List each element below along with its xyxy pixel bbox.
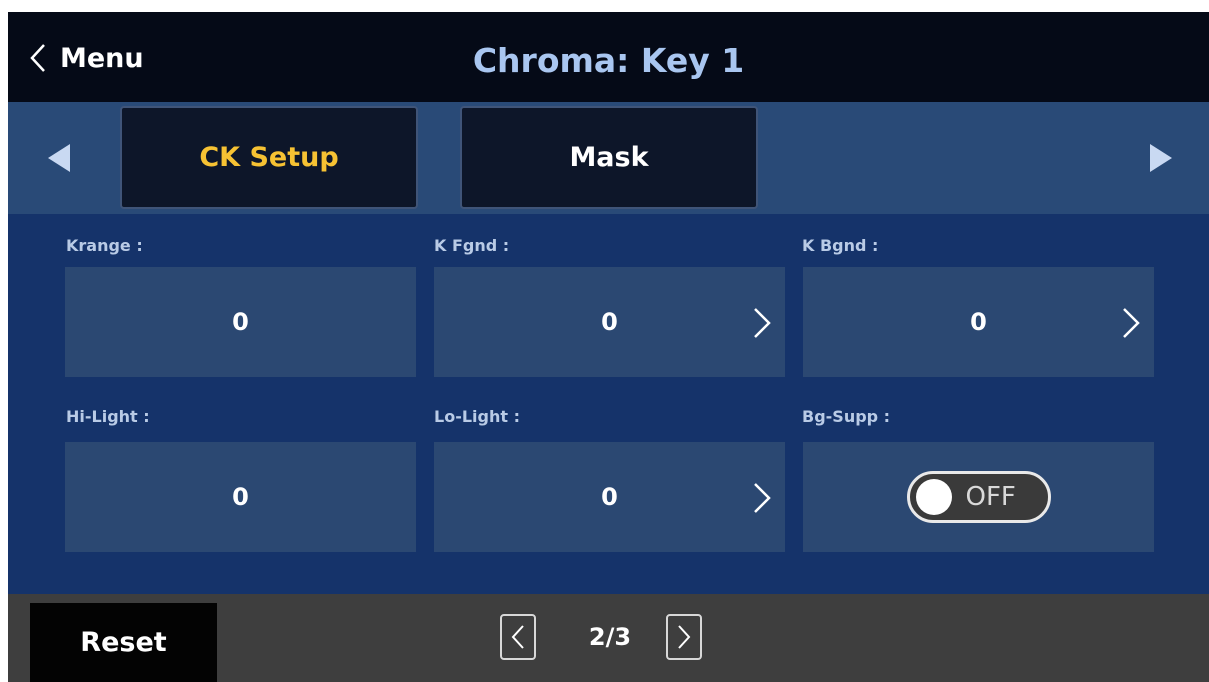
- page-indicator: 2/3: [588, 623, 632, 651]
- reset-label: Reset: [80, 627, 167, 658]
- chevron-right-icon: [678, 625, 691, 649]
- hi-light-field[interactable]: 0: [65, 442, 416, 552]
- lo-light-label: Lo-Light :: [434, 407, 520, 426]
- reset-button[interactable]: Reset: [30, 603, 217, 682]
- k-bgnd-label: K Bgnd :: [802, 236, 879, 255]
- tab-mask[interactable]: Mask: [460, 106, 758, 209]
- krange-value: 0: [232, 308, 249, 336]
- k-fgnd-value: 0: [601, 308, 618, 336]
- tab-strip: CK Setup Mask: [8, 102, 1209, 214]
- header-bar: Menu Chroma: Key 1: [8, 12, 1209, 102]
- next-page-button[interactable]: [666, 614, 702, 660]
- k-fgnd-label: K Fgnd :: [434, 236, 510, 255]
- triangle-left-icon[interactable]: [44, 142, 74, 174]
- bg-supp-toggle[interactable]: OFF: [906, 471, 1051, 523]
- krange-label: Krange :: [66, 236, 143, 255]
- chroma-key-screen: Menu Chroma: Key 1 CK Setup Mask Krange …: [8, 12, 1209, 682]
- hi-light-value: 0: [232, 483, 249, 511]
- back-menu-button[interactable]: Menu: [30, 38, 144, 78]
- tab-ck-setup-label: CK Setup: [199, 142, 339, 173]
- k-bgnd-value: 0: [970, 308, 987, 336]
- hi-light-label: Hi-Light :: [66, 407, 150, 426]
- triangle-right-icon[interactable]: [1146, 142, 1176, 174]
- lo-light-value: 0: [601, 483, 618, 511]
- krange-field[interactable]: 0: [65, 267, 416, 377]
- toggle-knob: [915, 479, 952, 515]
- k-bgnd-field[interactable]: 0: [803, 267, 1154, 377]
- chevron-right-icon: [754, 308, 771, 338]
- back-menu-label: Menu: [60, 42, 144, 74]
- bg-supp-toggle-text: OFF: [965, 482, 1016, 512]
- page-title: Chroma: Key 1: [472, 40, 745, 80]
- tab-mask-label: Mask: [569, 142, 649, 173]
- chevron-left-icon: [511, 625, 524, 649]
- prev-page-button[interactable]: [500, 614, 536, 660]
- lo-light-field[interactable]: 0: [434, 442, 785, 552]
- bg-supp-field: OFF: [803, 442, 1154, 552]
- chevron-right-icon: [754, 483, 771, 513]
- bg-supp-label: Bg-Supp :: [802, 407, 891, 426]
- tab-ck-setup[interactable]: CK Setup: [120, 106, 418, 209]
- chevron-left-icon: [30, 44, 45, 72]
- k-fgnd-field[interactable]: 0: [434, 267, 785, 377]
- chevron-right-icon: [1123, 308, 1140, 338]
- footer-bar: Reset 2/3: [8, 594, 1209, 682]
